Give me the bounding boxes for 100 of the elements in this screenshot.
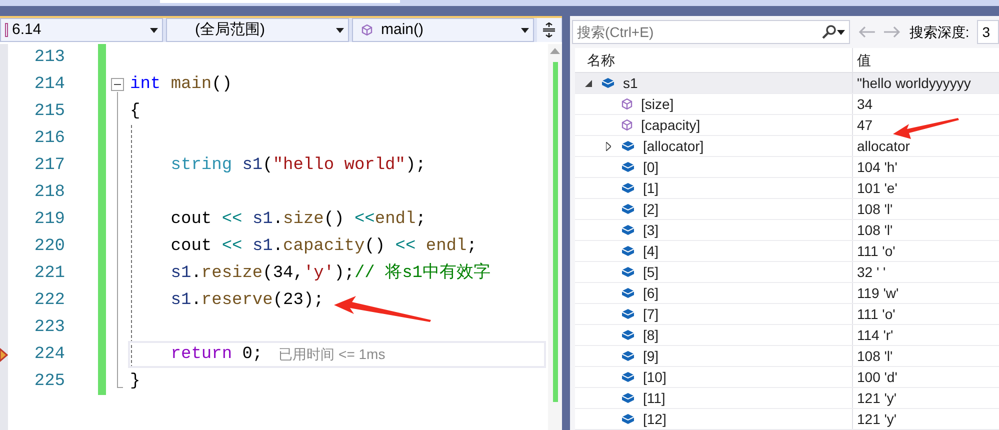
- code-line: s1.resize(34,'y');// 将s1中有效字: [170, 262, 490, 285]
- caret-icon: [150, 28, 158, 32]
- variable-name: [4]: [643, 242, 659, 261]
- code-line: cout << s1.size() <<endl;: [170, 208, 426, 231]
- variable-value: 121 'y': [857, 388, 897, 408]
- variable-name: [7]: [643, 304, 659, 324]
- variable-name: [12]: [643, 410, 666, 429]
- cube-icon: [621, 287, 635, 299]
- variable-name: [11]: [643, 388, 666, 408]
- cube-outline-icon: [621, 98, 633, 110]
- variable-value: 32 ' ': [857, 262, 886, 282]
- watch-row[interactable]: [6] 119 'w': [575, 283, 999, 304]
- variable-name: [9]: [643, 346, 659, 366]
- code-line: }: [130, 370, 140, 393]
- line-number: 217: [34, 155, 65, 177]
- watch-row[interactable]: [8] 114 'r': [575, 325, 999, 346]
- variable-name: [6]: [643, 284, 659, 303]
- line-number: 214: [34, 74, 65, 96]
- watch-row[interactable]: [0] 104 'h': [575, 157, 999, 178]
- cube-icon: [621, 371, 635, 383]
- code-line: cout << s1.capacity() << endl;: [170, 236, 477, 258]
- variable-value: "hello worldyyyyyy: [857, 74, 971, 93]
- variable-value: allocator: [857, 136, 910, 156]
- variable-value: 34: [857, 94, 873, 114]
- line-number: 221: [34, 263, 65, 285]
- search-depth-label: 搜索深度:: [909, 22, 970, 42]
- search-icon[interactable]: [820, 24, 837, 40]
- cube-icon: [621, 308, 635, 320]
- dropdown[interactable]: (全局范围): [166, 18, 349, 42]
- variable-value: 47: [857, 116, 873, 134]
- cube-icon: [621, 413, 635, 425]
- watch-row[interactable]: [3] 108 'l': [575, 220, 999, 241]
- variable-value: 101 'e': [857, 178, 898, 198]
- watch-row[interactable]: [2] 108 'l': [575, 199, 999, 220]
- line-number: 222: [34, 290, 65, 312]
- watch-row[interactable]: [11] 121 'y': [575, 388, 999, 409]
- variable-name: [size]: [641, 94, 674, 114]
- code-line: string s1("hello world");: [170, 154, 426, 177]
- cube-icon: [621, 203, 635, 215]
- watch-row[interactable]: [10] 100 'd': [575, 367, 999, 388]
- variable-name: [3]: [643, 220, 659, 240]
- cube-icon: [601, 77, 615, 89]
- variable-value: 119 'w': [857, 284, 899, 302]
- dropdown[interactable]: 6.14: [0, 18, 163, 42]
- cube-icon: [621, 161, 635, 173]
- current-line-marker-icon: [0, 348, 8, 362]
- collapsed-triangle-icon[interactable]: [606, 142, 610, 150]
- code-line: int main(): [130, 74, 232, 96]
- line-number: 225: [34, 371, 65, 393]
- watch-row[interactable]: [1] 101 'e': [575, 178, 999, 199]
- scrollbar[interactable]: [548, 44, 562, 430]
- cube-icon: [621, 392, 635, 404]
- line-number: 219: [34, 209, 65, 231]
- file-icon: [5, 23, 8, 37]
- search-depth-field[interactable]: 3: [977, 20, 999, 44]
- variable-value: 108 'l': [857, 220, 893, 240]
- cube-icon: [621, 140, 635, 152]
- caret-icon: [521, 28, 529, 32]
- variable-value: 121 'y': [857, 410, 897, 429]
- variable-name: [2]: [643, 200, 659, 219]
- watch-row[interactable]: [allocator] allocator: [575, 136, 999, 157]
- cube-icon: [621, 245, 635, 257]
- line-number: 220: [34, 236, 65, 258]
- code-line: return 0;: [170, 344, 263, 366]
- variable-value: 111 'o': [857, 304, 896, 324]
- watch-row[interactable]: [12] 121 'y': [575, 409, 999, 430]
- variable-value: 108 'l': [857, 346, 893, 366]
- fold-toggle[interactable]: [110, 78, 124, 91]
- watch-row[interactable]: [4] 111 'o': [575, 241, 999, 262]
- variable-name: [capacity]: [641, 116, 700, 135]
- search-input[interactable]: 搜索(Ctrl+E): [577, 22, 821, 42]
- code-line: {: [130, 100, 140, 123]
- line-number: 215: [34, 101, 65, 123]
- line-number: 216: [34, 128, 65, 150]
- watch-row[interactable]: [size] 34: [575, 94, 999, 115]
- split-icon[interactable]: [537, 18, 561, 42]
- cube-icon: [621, 350, 635, 362]
- cube-icon: [621, 266, 635, 278]
- code-line: s1.reserve(23);: [170, 290, 324, 312]
- caret-icon: [336, 28, 344, 32]
- caret-icon: [836, 30, 845, 34]
- variable-value: 114 'r': [857, 326, 894, 344]
- watch-row[interactable]: [capacity] 47: [575, 115, 999, 136]
- column-header[interactable]: 名称: [575, 48, 852, 72]
- watch-row[interactable]: s1 "hello worldyyyyyy: [575, 73, 999, 94]
- variable-name: [5]: [643, 262, 659, 282]
- watch-row[interactable]: [9] 108 'l': [575, 346, 999, 367]
- search-field[interactable]: 搜索(Ctrl+E): [572, 20, 850, 44]
- cube-outline-icon: [621, 119, 633, 131]
- column-header[interactable]: 值: [852, 48, 999, 72]
- watch-row[interactable]: [7] 111 'o': [575, 304, 999, 325]
- dropdown[interactable]: main(): [352, 18, 534, 42]
- cube-icon: [621, 182, 635, 194]
- variable-name: [1]: [643, 178, 659, 198]
- expanded-triangle-icon[interactable]: [584, 80, 592, 86]
- watch-row[interactable]: [5] 32 ' ': [575, 262, 999, 283]
- variable-value: 108 'l': [857, 200, 893, 218]
- variable-name: [10]: [643, 368, 666, 387]
- line-number: 213: [34, 47, 65, 69]
- line-number: 224: [34, 344, 65, 366]
